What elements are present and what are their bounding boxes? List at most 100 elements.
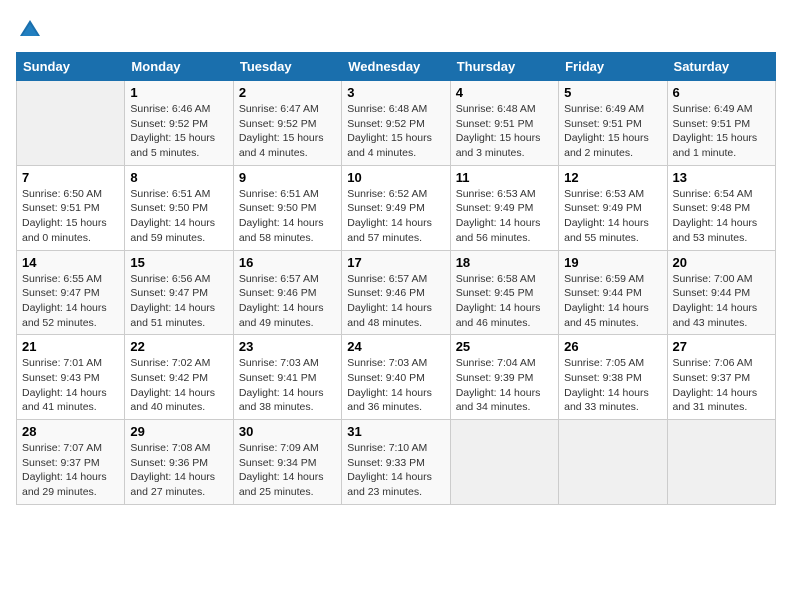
calendar-table: SundayMondayTuesdayWednesdayThursdayFrid…	[16, 52, 776, 505]
day-number: 13	[673, 170, 770, 185]
day-number: 15	[130, 255, 227, 270]
logo	[16, 16, 48, 44]
day-cell	[559, 420, 667, 505]
day-number: 14	[22, 255, 119, 270]
day-number: 30	[239, 424, 336, 439]
day-number: 8	[130, 170, 227, 185]
day-info: Sunrise: 6:52 AMSunset: 9:49 PMDaylight:…	[347, 187, 444, 246]
day-info: Sunrise: 6:54 AMSunset: 9:48 PMDaylight:…	[673, 187, 770, 246]
calendar-header: SundayMondayTuesdayWednesdayThursdayFrid…	[17, 53, 776, 81]
day-number: 4	[456, 85, 553, 100]
day-cell: 26 Sunrise: 7:05 AMSunset: 9:38 PMDayligh…	[559, 335, 667, 420]
header-row: SundayMondayTuesdayWednesdayThursdayFrid…	[17, 53, 776, 81]
day-cell: 2 Sunrise: 6:47 AMSunset: 9:52 PMDaylight…	[233, 81, 341, 166]
day-info: Sunrise: 7:03 AMSunset: 9:41 PMDaylight:…	[239, 356, 336, 415]
day-number: 23	[239, 339, 336, 354]
day-cell	[450, 420, 558, 505]
day-cell: 21 Sunrise: 7:01 AMSunset: 9:43 PMDayligh…	[17, 335, 125, 420]
day-number: 28	[22, 424, 119, 439]
day-info: Sunrise: 7:07 AMSunset: 9:37 PMDaylight:…	[22, 441, 119, 500]
day-cell: 8 Sunrise: 6:51 AMSunset: 9:50 PMDaylight…	[125, 165, 233, 250]
day-cell: 17 Sunrise: 6:57 AMSunset: 9:46 PMDayligh…	[342, 250, 450, 335]
day-number: 10	[347, 170, 444, 185]
header-cell-saturday: Saturday	[667, 53, 775, 81]
day-info: Sunrise: 6:48 AMSunset: 9:52 PMDaylight:…	[347, 102, 444, 161]
day-cell: 19 Sunrise: 6:59 AMSunset: 9:44 PMDayligh…	[559, 250, 667, 335]
calendar-body: 1 Sunrise: 6:46 AMSunset: 9:52 PMDaylight…	[17, 81, 776, 505]
page-header	[16, 16, 776, 44]
day-cell: 25 Sunrise: 7:04 AMSunset: 9:39 PMDayligh…	[450, 335, 558, 420]
day-cell: 30 Sunrise: 7:09 AMSunset: 9:34 PMDayligh…	[233, 420, 341, 505]
logo-icon	[16, 16, 44, 44]
header-cell-tuesday: Tuesday	[233, 53, 341, 81]
week-row-2: 7 Sunrise: 6:50 AMSunset: 9:51 PMDaylight…	[17, 165, 776, 250]
day-info: Sunrise: 6:49 AMSunset: 9:51 PMDaylight:…	[564, 102, 661, 161]
day-number: 20	[673, 255, 770, 270]
day-number: 21	[22, 339, 119, 354]
day-cell: 31Sunrise: 7:10 AMSunset: 9:33 PMDayligh…	[342, 420, 450, 505]
day-info: Sunrise: 6:47 AMSunset: 9:52 PMDaylight:…	[239, 102, 336, 161]
day-number: 29	[130, 424, 227, 439]
day-cell: 23 Sunrise: 7:03 AMSunset: 9:41 PMDayligh…	[233, 335, 341, 420]
day-number: 22	[130, 339, 227, 354]
day-info: Sunrise: 7:04 AMSunset: 9:39 PMDaylight:…	[456, 356, 553, 415]
day-cell: 5Sunrise: 6:49 AMSunset: 9:51 PMDaylight…	[559, 81, 667, 166]
day-cell: 4Sunrise: 6:48 AMSunset: 9:51 PMDaylight…	[450, 81, 558, 166]
week-row-1: 1 Sunrise: 6:46 AMSunset: 9:52 PMDaylight…	[17, 81, 776, 166]
day-cell: 7 Sunrise: 6:50 AMSunset: 9:51 PMDaylight…	[17, 165, 125, 250]
day-number: 11	[456, 170, 553, 185]
day-info: Sunrise: 7:05 AMSunset: 9:38 PMDaylight:…	[564, 356, 661, 415]
week-row-3: 14Sunrise: 6:55 AMSunset: 9:47 PMDayligh…	[17, 250, 776, 335]
header-cell-thursday: Thursday	[450, 53, 558, 81]
day-cell: 6 Sunrise: 6:49 AMSunset: 9:51 PMDaylight…	[667, 81, 775, 166]
header-cell-monday: Monday	[125, 53, 233, 81]
day-info: Sunrise: 6:49 AMSunset: 9:51 PMDaylight:…	[673, 102, 770, 161]
week-row-5: 28 Sunrise: 7:07 AMSunset: 9:37 PMDayligh…	[17, 420, 776, 505]
day-cell	[17, 81, 125, 166]
day-info: Sunrise: 6:58 AMSunset: 9:45 PMDaylight:…	[456, 272, 553, 331]
day-number: 24	[347, 339, 444, 354]
day-number: 17	[347, 255, 444, 270]
header-cell-friday: Friday	[559, 53, 667, 81]
day-number: 7	[22, 170, 119, 185]
day-cell: 13 Sunrise: 6:54 AMSunset: 9:48 PMDayligh…	[667, 165, 775, 250]
day-number: 27	[673, 339, 770, 354]
day-info: Sunrise: 6:59 AMSunset: 9:44 PMDaylight:…	[564, 272, 661, 331]
day-number: 1	[130, 85, 227, 100]
day-cell: 3 Sunrise: 6:48 AMSunset: 9:52 PMDaylight…	[342, 81, 450, 166]
day-info: Sunrise: 6:56 AMSunset: 9:47 PMDaylight:…	[130, 272, 227, 331]
day-cell: 14Sunrise: 6:55 AMSunset: 9:47 PMDayligh…	[17, 250, 125, 335]
day-cell: 10 Sunrise: 6:52 AMSunset: 9:49 PMDayligh…	[342, 165, 450, 250]
day-info: Sunrise: 6:57 AMSunset: 9:46 PMDaylight:…	[239, 272, 336, 331]
day-number: 25	[456, 339, 553, 354]
day-number: 12	[564, 170, 661, 185]
day-number: 9	[239, 170, 336, 185]
day-cell: 12Sunrise: 6:53 AMSunset: 9:49 PMDayligh…	[559, 165, 667, 250]
day-info: Sunrise: 7:03 AMSunset: 9:40 PMDaylight:…	[347, 356, 444, 415]
day-info: Sunrise: 6:46 AMSunset: 9:52 PMDaylight:…	[130, 102, 227, 161]
day-cell: 22 Sunrise: 7:02 AMSunset: 9:42 PMDayligh…	[125, 335, 233, 420]
day-cell: 29 Sunrise: 7:08 AMSunset: 9:36 PMDayligh…	[125, 420, 233, 505]
day-info: Sunrise: 7:02 AMSunset: 9:42 PMDaylight:…	[130, 356, 227, 415]
day-cell: 28 Sunrise: 7:07 AMSunset: 9:37 PMDayligh…	[17, 420, 125, 505]
day-cell: 9Sunrise: 6:51 AMSunset: 9:50 PMDaylight…	[233, 165, 341, 250]
day-number: 19	[564, 255, 661, 270]
day-number: 3	[347, 85, 444, 100]
day-cell: 1 Sunrise: 6:46 AMSunset: 9:52 PMDaylight…	[125, 81, 233, 166]
day-cell: 24 Sunrise: 7:03 AMSunset: 9:40 PMDayligh…	[342, 335, 450, 420]
day-info: Sunrise: 6:57 AMSunset: 9:46 PMDaylight:…	[347, 272, 444, 331]
day-info: Sunrise: 7:09 AMSunset: 9:34 PMDaylight:…	[239, 441, 336, 500]
day-info: Sunrise: 6:51 AMSunset: 9:50 PMDaylight:…	[130, 187, 227, 246]
day-cell: 16Sunrise: 6:57 AMSunset: 9:46 PMDayligh…	[233, 250, 341, 335]
day-info: Sunrise: 7:08 AMSunset: 9:36 PMDaylight:…	[130, 441, 227, 500]
day-number: 6	[673, 85, 770, 100]
day-info: Sunrise: 7:00 AMSunset: 9:44 PMDaylight:…	[673, 272, 770, 331]
day-info: Sunrise: 6:50 AMSunset: 9:51 PMDaylight:…	[22, 187, 119, 246]
day-number: 18	[456, 255, 553, 270]
day-number: 2	[239, 85, 336, 100]
day-info: Sunrise: 7:06 AMSunset: 9:37 PMDaylight:…	[673, 356, 770, 415]
day-number: 31	[347, 424, 444, 439]
day-number: 26	[564, 339, 661, 354]
day-info: Sunrise: 7:01 AMSunset: 9:43 PMDaylight:…	[22, 356, 119, 415]
day-cell: 11Sunrise: 6:53 AMSunset: 9:49 PMDayligh…	[450, 165, 558, 250]
